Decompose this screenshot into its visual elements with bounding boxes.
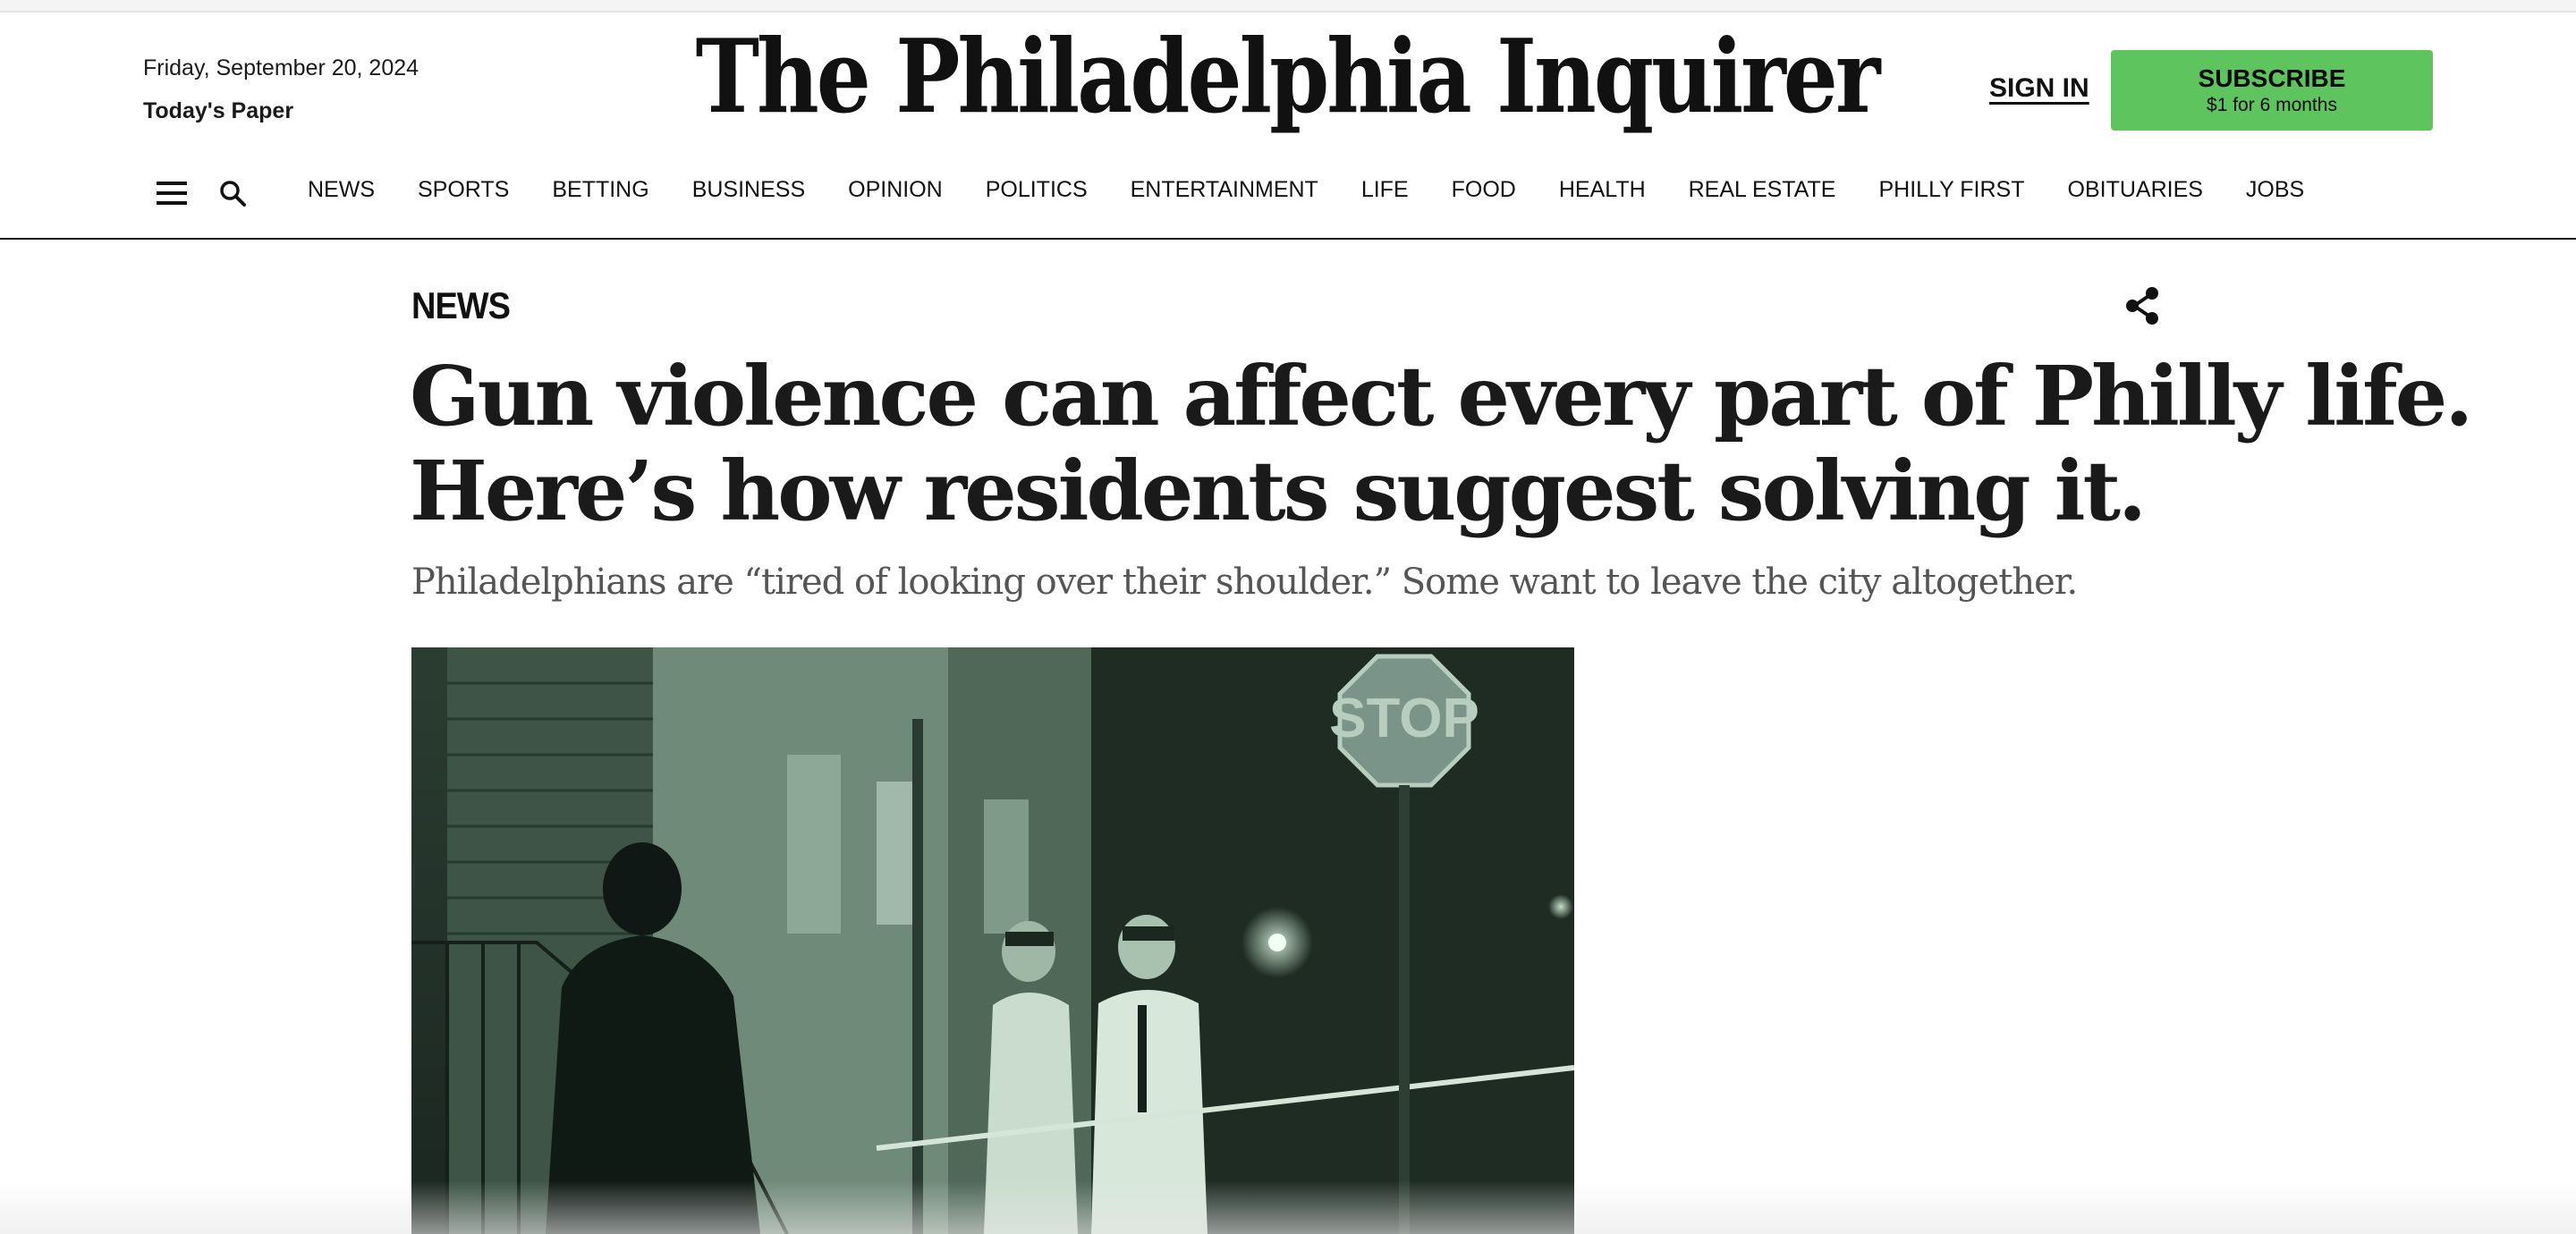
headline-line-2: Here’s how residents suggest solving it. bbox=[410, 443, 2147, 539]
nav-item-opinion[interactable]: OPINION bbox=[848, 177, 943, 203]
site-logo[interactable]: The Philadelphia Inquirer bbox=[696, 7, 1881, 144]
nav-item-betting[interactable]: BETTING bbox=[552, 177, 648, 203]
search-icon[interactable] bbox=[215, 175, 250, 211]
hamburger-menu-icon[interactable] bbox=[154, 175, 190, 211]
nav-item-health[interactable]: HEALTH bbox=[1559, 177, 1646, 203]
current-date: Friday, September 20, 2024 bbox=[143, 55, 419, 80]
headline-line-1: Gun violence can affect every part of Ph… bbox=[410, 348, 2473, 444]
nav-item-food[interactable]: FOOD bbox=[1452, 177, 1516, 203]
share-icon[interactable] bbox=[2123, 286, 2163, 325]
nav-divider bbox=[0, 238, 2576, 240]
nav-item-sports[interactable]: SPORTS bbox=[418, 177, 509, 203]
subscribe-label: SUBSCRIBE bbox=[2198, 64, 2346, 92]
stop-sign-text: STOP bbox=[1329, 688, 1479, 749]
section-label[interactable]: NEWS bbox=[411, 286, 511, 328]
subscribe-offer: $1 for 6 months bbox=[2207, 95, 2337, 115]
main-nav: NEWS SPORTS BETTING BUSINESS OPINION POL… bbox=[308, 177, 2347, 203]
nav-item-life[interactable]: LIFE bbox=[1361, 177, 1409, 203]
todays-paper-link[interactable]: Today's Paper bbox=[143, 98, 293, 124]
nav-item-business[interactable]: BUSINESS bbox=[692, 177, 805, 203]
lead-photo: STOP bbox=[411, 647, 1574, 1234]
article-dek: Philadelphians are “tired of looking ove… bbox=[411, 562, 2078, 603]
nav-item-obituaries[interactable]: OBITUARIES bbox=[2068, 177, 2203, 203]
nav-item-news[interactable]: NEWS bbox=[308, 177, 375, 203]
subscribe-button[interactable]: SUBSCRIBE $1 for 6 months bbox=[2111, 50, 2433, 131]
sign-in-link[interactable]: SIGN IN bbox=[1989, 73, 2089, 104]
nav-item-entertainment[interactable]: ENTERTAINMENT bbox=[1131, 177, 1318, 203]
article-headline: Gun violence can affect every part of Ph… bbox=[410, 348, 2473, 539]
nav-item-philly-first[interactable]: PHILLY FIRST bbox=[1878, 177, 2024, 203]
nav-item-real-estate[interactable]: REAL ESTATE bbox=[1689, 177, 1836, 203]
nav-item-politics[interactable]: POLITICS bbox=[986, 177, 1088, 203]
nav-item-jobs[interactable]: JOBS bbox=[2246, 177, 2304, 203]
